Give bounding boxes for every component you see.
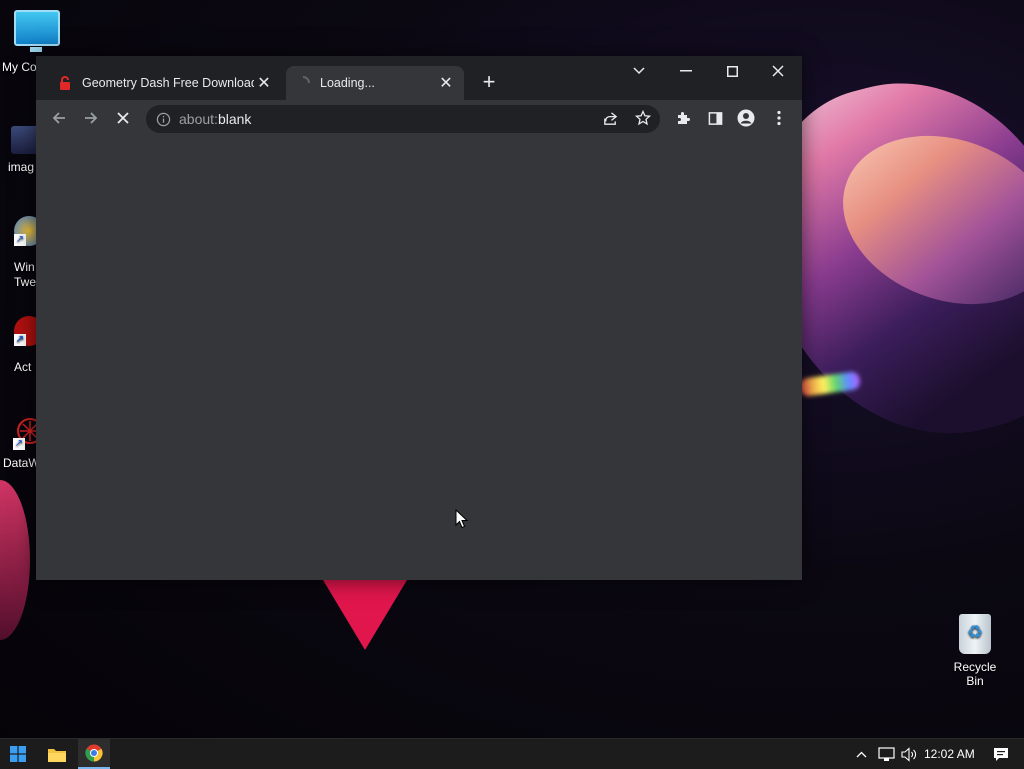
shortcut-arrow-icon: ↗ xyxy=(14,334,26,346)
share-icon[interactable] xyxy=(602,110,619,127)
side-panel-icon xyxy=(708,111,722,125)
avatar-icon xyxy=(737,109,755,127)
show-hidden-icons-button[interactable] xyxy=(852,739,870,769)
close-tab-icon[interactable]: ✕ xyxy=(254,73,274,93)
minimize-button[interactable] xyxy=(663,56,709,86)
forward-button[interactable] xyxy=(79,106,103,130)
wallpaper-shape xyxy=(320,575,410,650)
wallpaper-shape xyxy=(0,480,30,640)
site-info-icon[interactable] xyxy=(156,112,171,127)
loading-spinner-icon xyxy=(296,76,310,90)
extensions-button[interactable] xyxy=(671,106,695,130)
red-lock-icon xyxy=(58,76,72,90)
address-text: about:blank xyxy=(179,111,251,127)
side-panel-button[interactable] xyxy=(703,106,727,130)
tab-title: Geometry Dash Free Download ( xyxy=(82,76,254,90)
kebab-menu-icon xyxy=(777,110,781,126)
arrow-left-icon xyxy=(52,112,65,124)
network-icon xyxy=(877,746,895,761)
menu-button[interactable] xyxy=(767,106,791,130)
taskbar-chrome[interactable] xyxy=(78,739,110,769)
star-icon[interactable] xyxy=(635,110,651,126)
browser-toolbar: about:blank xyxy=(36,100,802,137)
close-icon xyxy=(772,65,784,77)
notifications-button[interactable] xyxy=(990,739,1012,769)
monitor-icon xyxy=(14,10,60,52)
arrow-right-icon xyxy=(85,112,98,124)
speaker-icon xyxy=(900,746,916,762)
profile-button[interactable] xyxy=(734,106,758,130)
shortcut-arrow-icon: ↗ xyxy=(13,438,25,450)
network-status[interactable] xyxy=(876,739,896,769)
stop-loading-button[interactable] xyxy=(111,106,135,130)
tab-strip: Geometry Dash Free Download ( ✕ Loading.… xyxy=(36,56,802,100)
address-host: blank xyxy=(217,111,252,127)
chrome-icon xyxy=(85,744,103,762)
taskbar: 12:02 AM xyxy=(0,738,1024,769)
close-window-button[interactable] xyxy=(755,56,801,86)
desktop-icon-label: Recycle Bin xyxy=(953,660,997,688)
start-button[interactable] xyxy=(4,739,32,769)
tab-geometry-dash[interactable]: Geometry Dash Free Download ( ✕ xyxy=(48,66,282,100)
browser-window: Geometry Dash Free Download ( ✕ Loading.… xyxy=(36,56,802,580)
taskbar-clock[interactable]: 12:02 AM xyxy=(924,739,975,769)
page-content[interactable] xyxy=(36,136,802,580)
new-tab-button[interactable]: + xyxy=(476,69,502,95)
maximize-button[interactable] xyxy=(709,56,755,86)
folder-icon xyxy=(48,748,66,762)
back-button[interactable] xyxy=(47,106,71,130)
mouse-cursor-icon xyxy=(455,508,469,534)
close-icon xyxy=(117,112,129,124)
address-scheme: about: xyxy=(179,111,218,127)
minimize-icon xyxy=(680,70,692,72)
chevron-up-icon xyxy=(856,751,866,757)
windows-logo-icon xyxy=(10,746,26,762)
puzzle-icon xyxy=(678,112,690,124)
chat-bubble-icon xyxy=(994,747,1008,761)
shortcut-arrow-icon: ↗ xyxy=(14,234,26,246)
taskbar-file-explorer[interactable] xyxy=(42,739,72,769)
desktop-icon-recycle-bin[interactable]: Recycle Bin xyxy=(944,614,1006,688)
tab-search-button[interactable] xyxy=(616,56,662,86)
volume-control[interactable] xyxy=(899,739,919,769)
close-tab-icon[interactable]: ✕ xyxy=(436,73,456,93)
tab-loading[interactable]: Loading... ✕ xyxy=(286,66,464,100)
address-bar[interactable]: about:blank xyxy=(146,105,660,133)
chevron-down-icon xyxy=(633,67,645,75)
maximize-icon xyxy=(726,65,738,77)
tab-title: Loading... xyxy=(320,76,375,90)
recycle-bin-icon xyxy=(959,614,991,654)
